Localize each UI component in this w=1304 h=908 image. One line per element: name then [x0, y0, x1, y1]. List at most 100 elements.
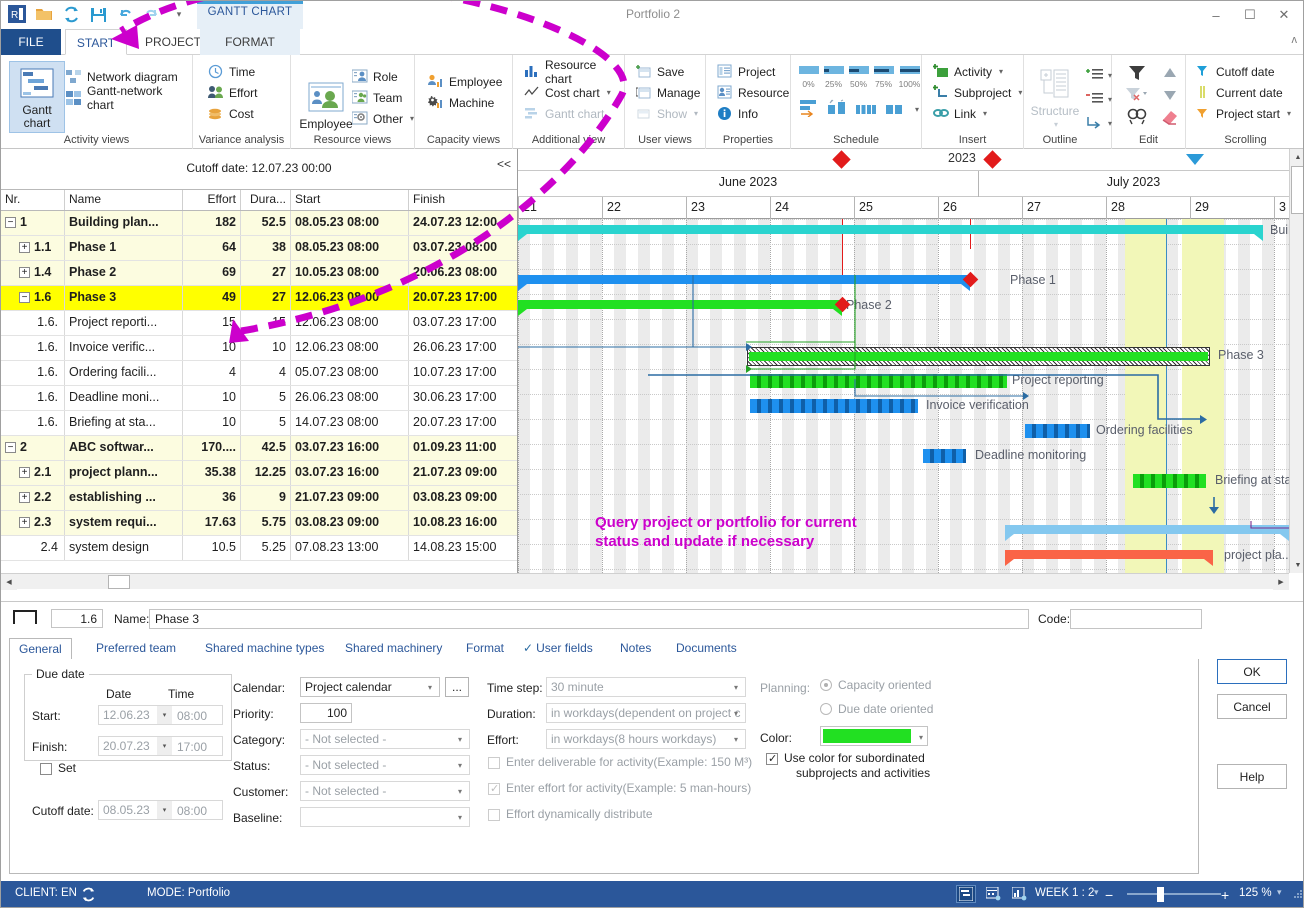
calendar-view-icon[interactable]: [983, 885, 1003, 903]
expand-icon[interactable]: +: [19, 267, 30, 279]
chevron-down-icon[interactable]: ▾: [999, 67, 1003, 76]
table-row[interactable]: +1.1 Phase 1 64 38 08.05.23 08:00 03.07.23 08…: [1, 236, 517, 261]
deliverable-checkbox[interactable]: [488, 757, 500, 769]
table-row[interactable]: −2 ABC softwar... 170.... 42.5 03.07.23 16:0…: [1, 436, 517, 461]
table-row[interactable]: −1 Building plan... 182 52.5 08.05.23 08:00 2…: [1, 211, 517, 236]
col-header-start[interactable]: Start: [291, 190, 409, 210]
project-properties-button[interactable]: Project: [714, 61, 792, 82]
resource-chart-button[interactable]: Resource chart ▾: [521, 58, 624, 86]
gantt-bar[interactable]: [749, 352, 1208, 361]
expand-icon[interactable]: +: [19, 492, 30, 504]
employee-view-button[interactable]: Employee: [295, 61, 357, 133]
project-start-button[interactable]: Project start ▾: [1192, 103, 1294, 124]
col-header-finish[interactable]: Finish: [409, 190, 517, 210]
chevron-down-icon[interactable]: ▾: [1277, 887, 1282, 898]
start-time-value[interactable]: 08:00: [177, 709, 207, 723]
tab-file[interactable]: FILE: [1, 29, 61, 55]
table-row[interactable]: +2.3 system requi... 17.63 5.75 03.08.23 09:…: [1, 511, 517, 536]
gantt-task-bar[interactable]: [750, 399, 918, 413]
chevron-down-icon[interactable]: ▾: [458, 813, 462, 822]
col-header-duration[interactable]: Dura...: [241, 190, 291, 210]
planning-duedate-radio[interactable]: [820, 703, 832, 715]
collapse-table-button[interactable]: <<: [493, 157, 515, 175]
schedule-level-icon[interactable]: [827, 99, 847, 120]
clear-filter-icon[interactable]: [1122, 86, 1152, 104]
schedule-balance-icon[interactable]: [855, 99, 877, 120]
chevron-down-icon[interactable]: ▾: [915, 105, 919, 114]
current-date-button[interactable]: Current date: [1192, 82, 1294, 103]
table-row[interactable]: 1.6. Project reporti... 15 15 12.06.23 08:00…: [1, 311, 517, 336]
progress-50-button[interactable]: 50%: [847, 65, 870, 89]
priority-input[interactable]: 100: [300, 703, 352, 723]
cost-button[interactable]: Cost: [205, 103, 260, 124]
dialog-tab-documents[interactable]: Documents: [667, 638, 746, 660]
gantt-summary-bar[interactable]: [1005, 525, 1289, 534]
color-picker[interactable]: ▾: [820, 726, 928, 746]
gantt-network-chart-button[interactable]: Gantt-network chart: [63, 84, 192, 112]
sort-asc-icon[interactable]: [1155, 63, 1185, 83]
table-row[interactable]: 1.6. Deadline moni... 10 5 26.06.23 08:00 30.…: [1, 386, 517, 411]
gantt-view-icon[interactable]: [956, 885, 976, 903]
zoom-out-button[interactable]: −: [1105, 887, 1113, 903]
chevron-down-icon[interactable]: ▾: [410, 114, 414, 123]
tab-start[interactable]: START: [65, 29, 127, 55]
chevron-down-icon[interactable]: ▾: [734, 683, 738, 692]
gantt-task-bar[interactable]: [1025, 424, 1090, 438]
status-select[interactable]: - Not selected -: [300, 755, 470, 775]
maximize-button[interactable]: ☐: [1233, 3, 1267, 27]
dialog-tab-format[interactable]: Format: [457, 638, 513, 660]
table-row[interactable]: +2.2 establishing ... 36 9 21.07.23 09:00 03.…: [1, 486, 517, 511]
chevron-down-icon[interactable]: ▾: [983, 109, 987, 118]
dialog-tab-shared-machine-types[interactable]: Shared machine types: [196, 638, 333, 660]
sort-desc-icon[interactable]: [1155, 86, 1185, 104]
dialog-tab-shared-machinery[interactable]: Shared machinery: [336, 638, 451, 660]
cutoff-time-value[interactable]: 08:00: [177, 804, 207, 818]
manage-view-button[interactable]: Manage: [633, 82, 703, 103]
progress-100-button[interactable]: 100%: [897, 65, 922, 89]
machine-capacity-button[interactable]: Machine: [425, 92, 505, 113]
planning-capacity-radio[interactable]: [820, 679, 832, 691]
chart-view-icon[interactable]: [1009, 885, 1029, 903]
gantt-summary-bar[interactable]: [518, 225, 1263, 234]
table-row[interactable]: −1.6 Phase 3 49 27 12.06.23 08:00 20.07.23 17…: [1, 286, 517, 311]
chevron-down-icon[interactable]: ▾: [1094, 887, 1099, 898]
team-button[interactable]: Team: [349, 87, 417, 108]
expand-icon[interactable]: +: [19, 517, 30, 529]
other-resource-button[interactable]: Other ▾: [349, 108, 417, 129]
scroll-right-button[interactable]: ▶: [1273, 574, 1289, 590]
calendar-select[interactable]: Project calendar: [300, 677, 440, 697]
close-button[interactable]: ✕: [1267, 3, 1301, 27]
dialog-tab-preferred-team[interactable]: Preferred team: [87, 638, 185, 660]
table-row[interactable]: +2.1 project plann... 35.38 12.25 03.07.23 1…: [1, 461, 517, 486]
employee-capacity-button[interactable]: Employee: [425, 71, 505, 92]
eraser-icon[interactable]: [1155, 107, 1185, 125]
chevron-down-icon[interactable]: ▾: [734, 709, 738, 718]
progress-0-button[interactable]: 0%: [797, 65, 820, 89]
expand-icon[interactable]: +: [19, 242, 30, 254]
duration-select[interactable]: in workdays(dependent on project c: [546, 703, 746, 723]
expand-icon[interactable]: +: [19, 467, 30, 479]
horizontal-scroll-thumb[interactable]: [108, 575, 130, 589]
cancel-button[interactable]: Cancel: [1217, 694, 1287, 719]
insert-link-button[interactable]: Link ▾: [930, 103, 1025, 124]
progress-25-button[interactable]: 25%: [822, 65, 845, 89]
resize-grip-icon[interactable]: [1289, 885, 1303, 903]
resource-properties-button[interactable]: Resource: [714, 82, 792, 103]
time-step-select[interactable]: 30 minute: [546, 677, 746, 697]
gantt-chart-button[interactable]: Gantt chart: [9, 61, 65, 133]
activity-id-field[interactable]: 1.6: [51, 609, 103, 628]
chevron-down-icon[interactable]: ▾: [1018, 88, 1022, 97]
effort-button[interactable]: Effort: [205, 82, 260, 103]
effort-select[interactable]: in workdays(8 hours workdays): [546, 729, 746, 749]
collapse-icon[interactable]: −: [5, 217, 16, 229]
dialog-tab-notes[interactable]: Notes: [611, 638, 660, 660]
role-button[interactable]: Role: [349, 66, 417, 87]
chevron-down-icon[interactable]: ▾: [428, 683, 432, 692]
schedule-forward-icon[interactable]: [799, 99, 819, 120]
chevron-down-icon[interactable]: ▾: [1287, 109, 1291, 118]
col-header-effort[interactable]: Effort: [183, 190, 241, 210]
table-row[interactable]: 1.6. Invoice verific... 10 10 12.06.23 08:00…: [1, 336, 517, 361]
schedule-options-icon[interactable]: [885, 99, 905, 120]
zoom-in-button[interactable]: +: [1221, 887, 1229, 903]
use-color-checkbox[interactable]: ✓: [766, 753, 778, 765]
